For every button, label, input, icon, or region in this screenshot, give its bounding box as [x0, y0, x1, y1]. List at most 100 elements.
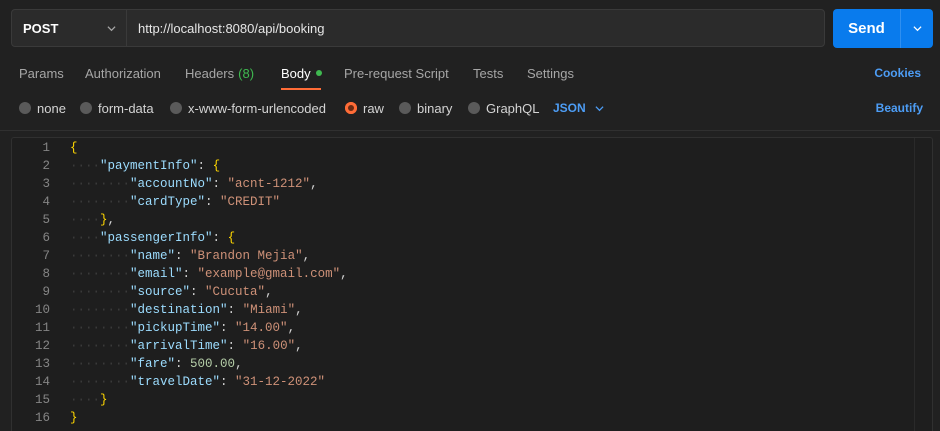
code-text: ········"name": "Brandon Mejia", [70, 247, 310, 265]
radio-label: GraphQL [486, 100, 540, 116]
code-text: ····}, [70, 211, 115, 229]
tab-pre-request-script[interactable]: Pre-request Script [344, 58, 449, 88]
send-button-group: Send [833, 9, 933, 48]
body-type-urlencoded[interactable]: x-www-form-urlencoded [170, 96, 326, 120]
line-number: 8 [42, 267, 50, 281]
send-options-button[interactable] [901, 9, 933, 48]
tab-authorization[interactable]: Authorization [85, 58, 161, 88]
radio-icon [80, 102, 92, 114]
indent-guide: ········ [70, 195, 131, 209]
radio-icon [170, 102, 182, 114]
line-number: 9 [42, 285, 50, 299]
radio-icon [19, 102, 31, 114]
code-token: : [212, 177, 228, 191]
body-type-binary[interactable]: binary [399, 96, 452, 120]
method-select[interactable]: POST [12, 10, 127, 46]
code-text: ········"fare": 500.00, [70, 355, 243, 373]
method-label: POST [23, 20, 59, 36]
indent-guide: ········ [70, 357, 131, 371]
code-line: 7 ········"name": "Brandon Mejia", [12, 247, 932, 265]
indent-guide: ········ [70, 177, 131, 191]
tab-headers[interactable]: Headers (8) [185, 58, 254, 88]
code-token: : [175, 357, 191, 371]
code-line: 12 ········"arrivalTime": "16.00", [12, 337, 932, 355]
code-token: : [197, 159, 213, 173]
active-tab-underline [281, 88, 321, 90]
code-text: ········"accountNo": "acnt-1212", [70, 175, 318, 193]
code-token: : [227, 339, 243, 353]
send-button[interactable]: Send [833, 9, 900, 48]
code-token: : [182, 267, 198, 281]
radio-label: none [37, 100, 66, 116]
code-text: ········"source": "Cucuta", [70, 283, 273, 301]
indent-guide: ········ [70, 303, 131, 317]
indent-guide: ········ [70, 249, 131, 263]
headers-count-badge: (8) [238, 65, 255, 81]
code-line: 1{ [12, 139, 932, 157]
code-text: ········"travelDate": "31-12-2022" [70, 373, 325, 391]
code-token: , [287, 321, 296, 335]
request-tabs: Params Authorization Headers (8) Body Pre… [0, 58, 940, 90]
code-token: : [175, 249, 191, 263]
beautify-button[interactable]: Beautify [876, 96, 923, 120]
line-number: 15 [34, 393, 50, 407]
indent-guide: ···· [70, 231, 101, 245]
code-token: "acnt-1212" [227, 177, 311, 191]
code-token: "cardType" [130, 195, 206, 209]
code-token: "Cucuta" [205, 285, 266, 299]
code-token: 500.00 [190, 357, 236, 371]
line-number: 11 [34, 321, 50, 335]
code-text: } [70, 409, 78, 427]
code-text: ········"destination": "Miami", [70, 301, 303, 319]
code-text: { [70, 139, 78, 157]
url-input[interactable] [138, 20, 824, 36]
code-line: 15 ····} [12, 391, 932, 409]
tab-label: Params [19, 65, 64, 81]
body-type-graphql[interactable]: GraphQL [468, 96, 539, 120]
body-indicator-dot [315, 70, 322, 76]
code-token: "fare" [130, 357, 176, 371]
line-number: 4 [42, 195, 50, 209]
code-token: "accountNo" [130, 177, 213, 191]
format-select[interactable]: JSON [553, 96, 604, 120]
code-token: , [302, 249, 311, 263]
code-editor[interactable]: 1{2 ····"paymentInfo": {3 ········"account… [11, 137, 933, 431]
tab-settings[interactable]: Settings [527, 58, 574, 88]
tab-tests[interactable]: Tests [473, 58, 503, 88]
tab-params[interactable]: Params [19, 58, 64, 88]
code-token: , [310, 177, 318, 191]
tab-label: Authorization [85, 65, 161, 81]
code-line: 16} [12, 409, 932, 427]
code-token: } [70, 411, 78, 425]
code-token: : [227, 303, 243, 317]
code-line: 11 ········"pickupTime": "14.00", [12, 319, 932, 337]
code-token: "pickupTime" [130, 321, 221, 335]
code-token: "example@gmail.com" [197, 267, 341, 281]
code-token: "14.00" [235, 321, 288, 335]
line-number: 6 [42, 231, 50, 245]
radio-selected-icon [345, 102, 357, 114]
line-number: 7 [42, 249, 50, 263]
tab-label: Tests [473, 65, 504, 81]
radio-label: x-www-form-urlencoded [188, 100, 326, 116]
code-text: ····} [70, 391, 108, 409]
line-number: 3 [42, 177, 50, 191]
tab-label: Pre-request Script [344, 65, 449, 81]
body-type-raw[interactable]: raw [345, 96, 384, 120]
code-line: 10 ········"destination": "Miami", [12, 301, 932, 319]
code-token: "name" [130, 249, 176, 263]
body-type-none[interactable]: none [19, 96, 66, 120]
code-line: 14 ········"travelDate": "31-12-2022" [12, 373, 932, 391]
code-token: "CREDIT" [220, 195, 281, 209]
code-line: 9 ········"source": "Cucuta", [12, 283, 932, 301]
code-line: 5 ····}, [12, 211, 932, 229]
code-token: "Brandon Mejia" [190, 249, 303, 263]
line-number: 16 [34, 411, 50, 425]
cookies-link[interactable]: Cookies [874, 58, 921, 88]
body-type-form-data[interactable]: form-data [80, 96, 154, 120]
code-token: "31-12-2022" [235, 375, 326, 389]
code-token: , [235, 357, 243, 371]
tab-body[interactable]: Body [281, 58, 322, 88]
indent-guide: ···· [70, 159, 101, 173]
line-number: 5 [42, 213, 50, 227]
